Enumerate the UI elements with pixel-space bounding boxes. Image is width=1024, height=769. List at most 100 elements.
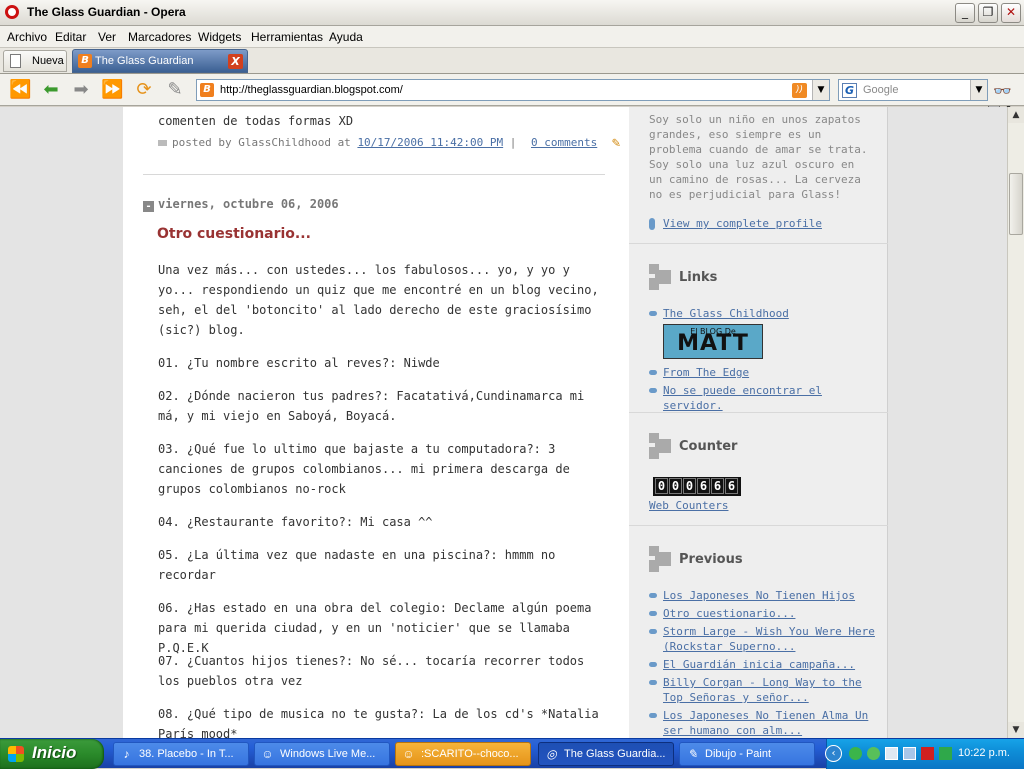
opera-taskbar-icon: ◎ (546, 747, 557, 761)
post-question-05: 05. ¿La última vez que nadaste en una pi… (158, 548, 556, 582)
task-placebo[interactable]: ♪ 38. Placebo - In T... (113, 742, 249, 766)
link-from-the-edge[interactable]: From The Edge (649, 365, 878, 380)
edit-pen-icon[interactable]: ✎ (164, 80, 186, 100)
menu-bar: Archivo Editar Ver Marcadores Widgets He… (0, 26, 1024, 48)
profile-pin-icon (649, 218, 655, 230)
task-windows-live-messenger[interactable]: ☺ Windows Live Me... (254, 742, 390, 766)
search-box[interactable]: G Google ▼ (838, 79, 988, 101)
antivirus-tray-icon[interactable] (921, 747, 934, 760)
forward-icon[interactable]: ➡ (70, 80, 92, 100)
blog-sidebar: Soy solo un niño en unos zapatos grandes… (629, 107, 888, 738)
sidebar-divider (629, 243, 888, 244)
matt-blog-banner[interactable]: El BLOG De MATT (663, 324, 763, 359)
previous-post-link[interactable]: Los Japoneses No Tienen Hijos (649, 588, 878, 603)
messenger-chat-icon: ☺ (402, 747, 415, 761)
back-icon[interactable]: ⬅ (40, 80, 62, 100)
counter-digit: 0 (669, 478, 682, 494)
post-question-01: 01. ¿Tu nombre escrito al reves?: Niwde (158, 356, 440, 370)
menu-ver[interactable]: Ver (98, 30, 116, 44)
post-timestamp-link[interactable]: 10/17/2006 11:42:00 PM (357, 136, 503, 149)
task-the-glass-guardian[interactable]: ◎ The Glass Guardia... (538, 742, 674, 766)
post-title[interactable]: Otro cuestionario... (157, 226, 311, 242)
tab-bar: Nueva B The Glass Guardian X ▾ (0, 48, 1024, 116)
tab-label: The Glass Guardian (95, 55, 194, 67)
fast-forward-icon[interactable]: ⏩ (101, 80, 123, 100)
view-profile-text[interactable]: View my complete profile (663, 217, 822, 230)
previous-post-link[interactable]: Los Japoneses No Tienen Alma Un ser huma… (649, 708, 878, 738)
reload-icon[interactable]: ⟳ (133, 80, 155, 100)
new-tab-label: Nueva (32, 55, 64, 67)
rewind-icon[interactable]: ⏪ (9, 80, 31, 100)
scrollbar-thumb[interactable] (1009, 173, 1023, 235)
post-question-08: 08. ¿Qué tipo de musica no te gusta?: La… (158, 707, 599, 738)
link-the-glass-childhood[interactable]: The Glass Childhood (649, 306, 878, 321)
comments-link[interactable]: 0 comments (531, 136, 597, 149)
hit-counter[interactable]: 000666 (653, 477, 741, 496)
scroll-down-icon[interactable]: ▼ (1008, 722, 1024, 738)
heading-block-icon (649, 433, 671, 459)
post-footer: posted by GlassChildhood at 10/17/2006 1… (158, 136, 626, 150)
window-titlebar[interactable]: The Glass Guardian - Opera _ ❐ ✕ (0, 0, 1024, 26)
menu-herramientas[interactable]: Herramientas (251, 30, 323, 44)
post-date-text: viernes, octubre 06, 2006 (158, 197, 339, 211)
post-question-03: 03. ¿Qué fue lo ultimo que bajaste a tu … (158, 442, 570, 496)
previous-post-tail: comenten de todas formas XD (158, 114, 354, 128)
blogger-favicon-icon: B (78, 54, 92, 68)
start-button[interactable]: Inicio (0, 739, 104, 769)
glasses-view-icon[interactable]: 👓 (993, 82, 1012, 100)
search-input[interactable]: Google (863, 84, 898, 96)
opera-logo-icon (5, 5, 19, 19)
close-button[interactable]: ✕ (1001, 3, 1021, 23)
minimize-button[interactable]: _ (955, 3, 975, 23)
media-player-icon: ♪ (123, 747, 130, 761)
address-dropdown-icon[interactable]: ▼ (812, 80, 829, 100)
restore-button[interactable]: ❐ (978, 3, 998, 23)
tab-the-glass-guardian[interactable]: B The Glass Guardian X (72, 49, 248, 73)
rss-feed-icon[interactable]: )) (792, 83, 807, 98)
menu-archivo[interactable]: Archivo (7, 30, 47, 44)
edit-post-pencil-icon[interactable]: ✎ (612, 136, 626, 150)
collapse-icon[interactable]: - (143, 201, 154, 212)
view-profile-link[interactable]: View my complete profile (649, 217, 822, 230)
web-counters-link[interactable]: Web Counters (649, 499, 728, 512)
close-tab-icon[interactable]: X (228, 54, 243, 69)
site-favicon-icon: B (200, 83, 214, 97)
counter-digit: 6 (725, 478, 738, 494)
heading-block-icon (649, 264, 671, 290)
vertical-scrollbar[interactable]: ▲ ▼ (1007, 107, 1024, 738)
new-tab-button[interactable]: Nueva (3, 50, 67, 72)
previous-post-link[interactable]: Billy Corgan - Long Way to the Top Señor… (649, 675, 878, 705)
menu-ayuda[interactable]: Ayuda (329, 30, 363, 44)
network-activity-icon[interactable] (939, 747, 952, 760)
display-tray-icon[interactable] (903, 747, 916, 760)
previous-post-link[interactable]: El Guardián inicia campaña... (649, 657, 878, 672)
previous-post-link[interactable]: Storm Large - Wish You Were Here (Rockst… (649, 624, 878, 654)
previous-post-link[interactable]: Otro cuestionario... (649, 606, 878, 621)
profile-description: Soy solo un niño en unos zapatos grandes… (649, 113, 868, 201)
network-users-icon[interactable] (867, 747, 880, 760)
address-bar[interactable]: B http://theglassguardian.blogspot.com/ … (196, 79, 830, 101)
address-input[interactable]: http://theglassguardian.blogspot.com/ (220, 84, 403, 96)
window-title: The Glass Guardian - Opera (27, 5, 186, 19)
link-server-not-found[interactable]: No se puede encontrar el servidor. (649, 383, 878, 413)
post-meta-icon (158, 140, 167, 146)
counter-digit: 0 (683, 478, 696, 494)
counter-digit: 6 (697, 478, 710, 494)
messenger-icon: ☺ (261, 747, 274, 761)
search-engine-dropdown-icon[interactable]: ▼ (970, 80, 987, 100)
google-search-icon[interactable]: G (842, 83, 857, 98)
post-question-02: 02. ¿Dónde nacieron tus padres?: Facatat… (158, 389, 585, 423)
scroll-up-icon[interactable]: ▲ (1008, 107, 1024, 123)
start-label: Inicio (32, 743, 77, 762)
window-tray-icon[interactable] (885, 747, 898, 760)
show-hidden-icons-icon[interactable]: ‹ (825, 745, 842, 762)
menu-marcadores[interactable]: Marcadores (128, 30, 191, 44)
menu-editar[interactable]: Editar (55, 30, 86, 44)
new-page-icon (10, 54, 21, 68)
task-paint[interactable]: ✎ Dibujo - Paint (679, 742, 815, 766)
post-meta-prefix: posted by GlassChildhood at (172, 136, 351, 149)
messenger-tray-icon[interactable] (849, 747, 862, 760)
windows-taskbar: Inicio ♪ 38. Placebo - In T... ☺ Windows L… (0, 738, 1024, 769)
menu-widgets[interactable]: Widgets (198, 30, 241, 44)
task-chat-scarito[interactable]: ☺:SCARITO--choco... (395, 742, 531, 766)
